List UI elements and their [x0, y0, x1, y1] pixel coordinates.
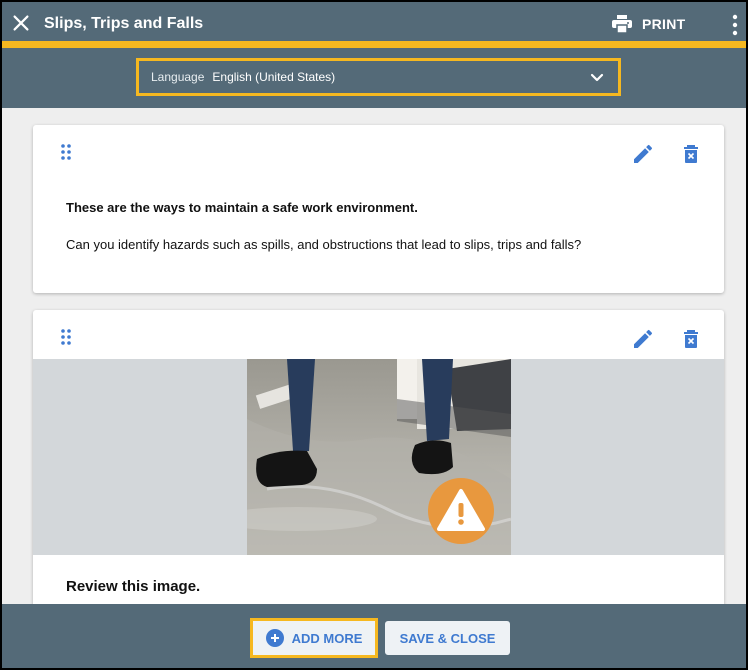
hazard-photo — [247, 359, 511, 555]
print-label: PRINT — [642, 16, 686, 32]
add-more-label: ADD MORE — [291, 630, 363, 646]
delete-icon[interactable] — [679, 142, 703, 166]
language-select[interactable]: Language English (United States) — [136, 58, 621, 96]
print-button[interactable]: PRINT — [612, 12, 686, 36]
drag-handle-icon[interactable] — [60, 328, 72, 346]
card-body-text: Can you identify hazards such as spills,… — [66, 237, 582, 252]
add-more-button[interactable]: ADD MORE — [250, 618, 378, 658]
image-band — [33, 359, 724, 555]
app-bar: Slips, Trips and Falls PRINT — [2, 2, 746, 43]
image-caption: Review this image. — [66, 578, 201, 595]
delete-icon[interactable] — [679, 327, 703, 351]
action-bar: ADD MORE SAVE & CLOSE — [2, 604, 746, 668]
save-close-label: SAVE & CLOSE — [399, 630, 496, 646]
edit-icon[interactable] — [631, 327, 655, 351]
save-close-button[interactable]: SAVE & CLOSE — [385, 621, 510, 655]
warning-icon — [428, 478, 494, 544]
edit-icon[interactable] — [631, 142, 655, 166]
language-label: Language — [151, 70, 205, 84]
page-title: Slips, Trips and Falls — [44, 15, 204, 32]
add-circle-icon — [265, 629, 284, 647]
content-area: These are the ways to maintain a safe wo… — [2, 108, 746, 604]
language-value: English (United States) — [212, 70, 336, 84]
chevron-down-icon — [590, 73, 604, 82]
header-accent-stripe — [2, 41, 746, 48]
image-card: Review this image. — [33, 310, 724, 604]
app-window: Slips, Trips and Falls PRINT Language En… — [2, 2, 746, 668]
text-card: These are the ways to maintain a safe wo… — [33, 125, 724, 293]
drag-handle-icon[interactable] — [60, 143, 72, 161]
printer-icon — [612, 15, 632, 33]
language-bar: Language English (United States) — [2, 48, 746, 108]
close-icon[interactable] — [10, 12, 32, 34]
more-vertical-icon[interactable] — [730, 14, 740, 36]
card-heading: These are the ways to maintain a safe wo… — [66, 200, 418, 215]
